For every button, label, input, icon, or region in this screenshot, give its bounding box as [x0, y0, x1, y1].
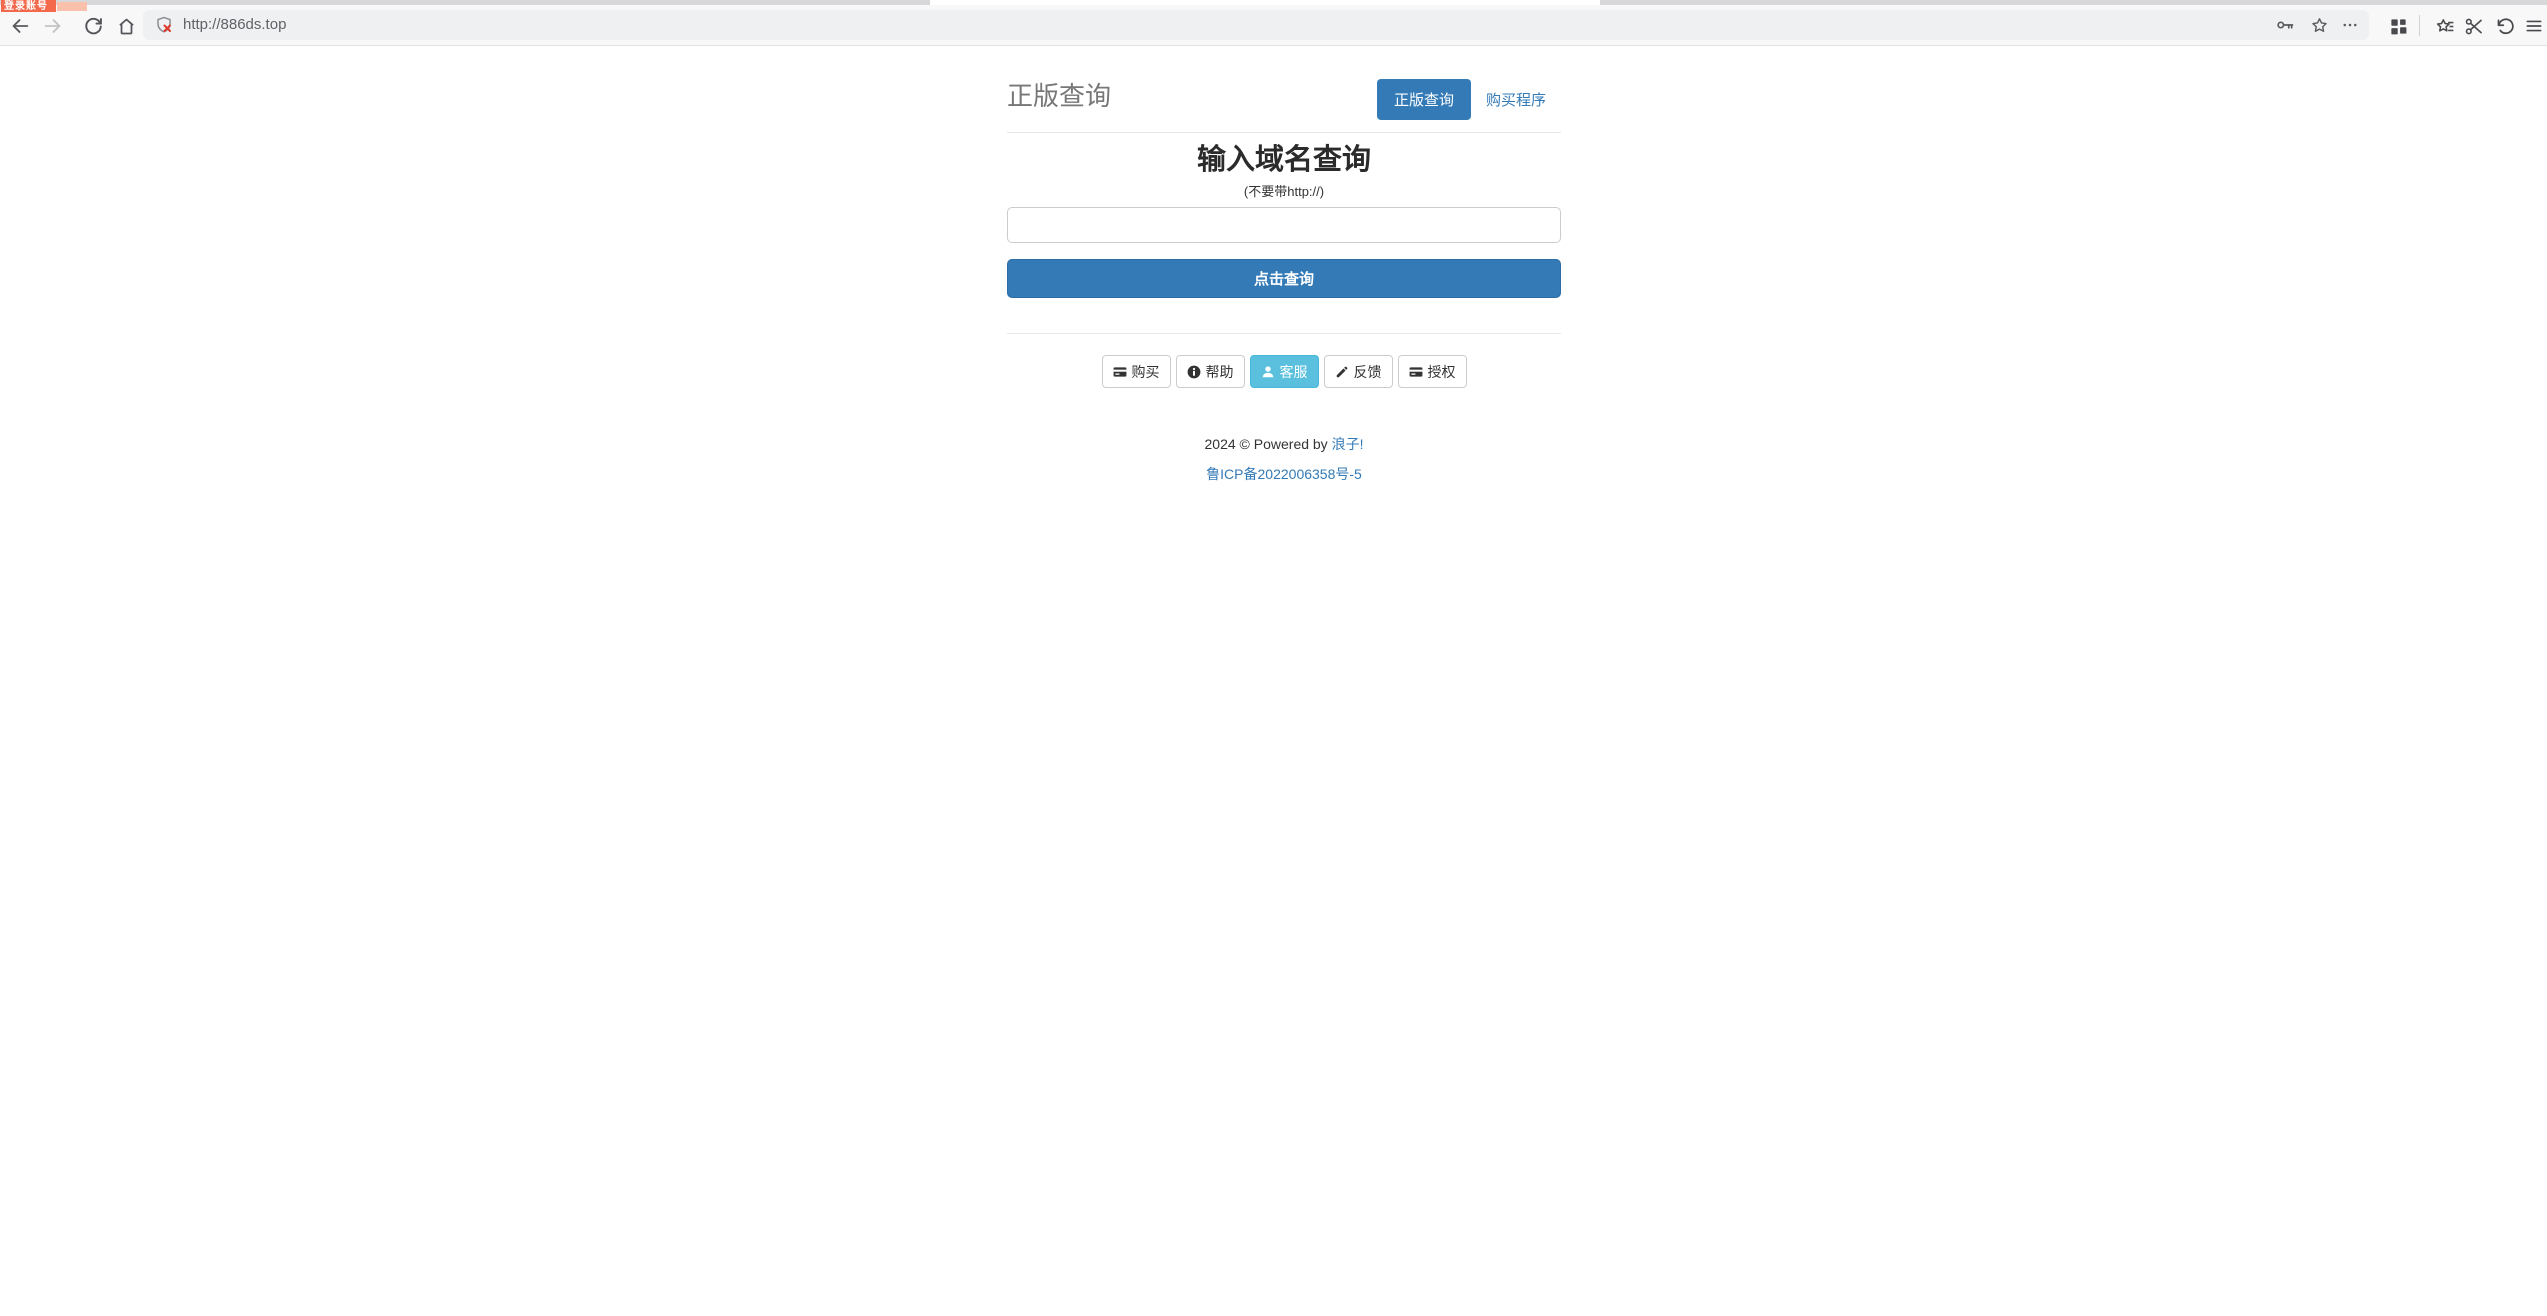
action-label: 反馈 — [1354, 362, 1382, 382]
action-label: 授权 — [1428, 362, 1456, 382]
action-buttons-row: 购买 帮助 客服 反馈 授权 — [1007, 355, 1561, 388]
login-account-badge-tail — [57, 2, 87, 11]
powered-text: 2024 © Powered by — [1205, 436, 1332, 452]
refresh-icon[interactable] — [82, 15, 104, 37]
collections-star-icon[interactable] — [2434, 15, 2456, 37]
password-key-icon[interactable] — [2275, 16, 2295, 34]
customer-service-button[interactable]: 客服 — [1250, 355, 1319, 388]
feedback-button[interactable]: 反馈 — [1324, 355, 1393, 388]
more-options-icon[interactable] — [2340, 16, 2360, 34]
footer-icp: 鲁ICP备2022006358号-5 — [1007, 466, 1561, 482]
apps-grid-icon[interactable] — [2387, 15, 2409, 37]
info-icon — [1187, 365, 1201, 379]
pencil-icon — [1335, 365, 1349, 379]
user-icon — [1261, 365, 1275, 379]
browser-toolbar: http://886ds.top — [0, 5, 2547, 46]
screenshot-scissors-icon[interactable] — [2463, 15, 2485, 37]
page-content: 正版查询 正版查询 购买程序 输入域名查询 (不要带http://) 点击查询 … — [1007, 46, 1561, 482]
home-icon[interactable] — [115, 15, 137, 37]
back-icon[interactable] — [9, 15, 31, 37]
nav-pills: 正版查询 购买程序 — [1377, 79, 1561, 120]
bookmark-star-icon[interactable] — [2309, 16, 2329, 34]
page-title: 正版查询 — [1007, 76, 1111, 113]
toolbar-separator — [2419, 15, 2420, 36]
tab-genuine-query[interactable]: 正版查询 — [1377, 79, 1471, 120]
action-label: 客服 — [1280, 362, 1308, 382]
help-button[interactable]: 帮助 — [1176, 355, 1245, 388]
authorize-button[interactable]: 授权 — [1398, 355, 1467, 388]
icp-link[interactable]: 鲁ICP备2022006358号-5 — [1206, 466, 1362, 482]
login-account-badge[interactable]: 登录账号 — [1, 0, 56, 12]
action-label: 购买 — [1132, 362, 1160, 382]
buy-program-link[interactable]: 购买程序 — [1471, 79, 1561, 120]
author-link[interactable]: 浪子! — [1332, 436, 1364, 452]
address-bar[interactable]: http://886ds.top — [143, 10, 2369, 40]
site-security-shield-icon[interactable] — [155, 16, 173, 34]
forward-icon[interactable] — [42, 15, 64, 37]
section-divider — [1007, 333, 1561, 334]
credit-card-icon — [1409, 365, 1423, 379]
action-label: 帮助 — [1206, 362, 1234, 382]
form-hint: (不要带http://) — [1007, 184, 1561, 199]
credit-card-icon — [1113, 365, 1127, 379]
query-submit-button[interactable]: 点击查询 — [1007, 259, 1561, 298]
page-header: 正版查询 正版查询 购买程序 — [1007, 46, 1561, 133]
url-text[interactable]: http://886ds.top — [183, 10, 286, 40]
buy-button[interactable]: 购买 — [1102, 355, 1171, 388]
menu-icon[interactable] — [2523, 15, 2545, 37]
form-heading: 输入域名查询 — [1007, 143, 1561, 177]
footer-powered: 2024 © Powered by 浪子! — [1007, 436, 1561, 452]
undo-icon[interactable] — [2494, 15, 2516, 37]
domain-input[interactable] — [1007, 207, 1561, 243]
